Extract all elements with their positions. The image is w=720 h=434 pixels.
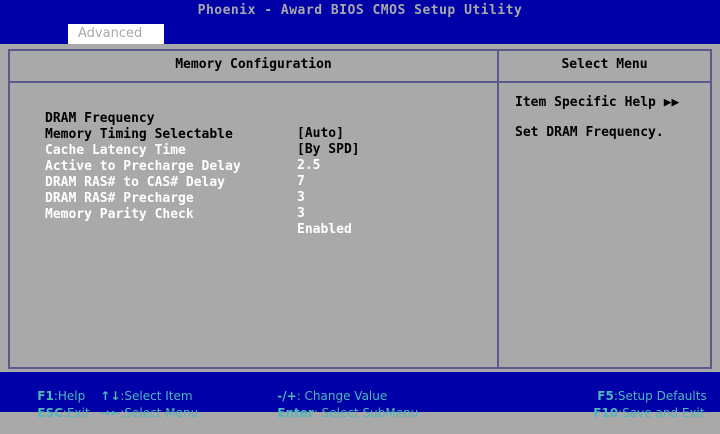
panel-title-memory-configuration: Memory Configuration <box>175 57 332 72</box>
key-action: :Select Menu <box>120 406 199 420</box>
app-title: Phoenix - Award BIOS CMOS Setup Utility <box>197 3 523 18</box>
setting-value[interactable]: [Auto] <box>297 126 344 141</box>
setting-label: Memory Parity Check <box>45 207 194 222</box>
key-label: Enter <box>277 406 314 420</box>
setting-value: 3 <box>297 206 305 221</box>
help-text: Set DRAM Frequency. <box>515 125 664 140</box>
key-action: : Select SubMenu <box>313 406 419 420</box>
key-label: ESC <box>37 406 63 420</box>
key-label: →← <box>100 406 121 420</box>
title-bar: Phoenix - Award BIOS CMOS Setup Utility … <box>0 0 720 44</box>
key-hint-exit: ESC:Exit <box>22 392 89 434</box>
header-divider <box>8 81 712 83</box>
setting-value: Enabled <box>297 222 352 237</box>
setting-memory-timing-selectable[interactable]: Memory Timing Selectable [By SPD] <box>45 112 360 157</box>
help-header: Item Specific Help ▶▶ <box>515 95 680 110</box>
setting-value: 7 <box>297 174 305 189</box>
setting-dram-frequency[interactable]: DRAM Frequency [Auto] <box>45 96 344 141</box>
panel-title-select-menu: Select Menu <box>561 57 648 72</box>
setting-memory-parity-check: Memory Parity Check Enabled <box>45 192 352 237</box>
setting-value: 2.5 <box>297 158 321 173</box>
panel-divider <box>497 49 499 369</box>
key-legend-bar: F1:Help ESC:Exit ↑↓:Select Item →←:Selec… <box>0 372 720 420</box>
setting-value: 3 <box>297 190 305 205</box>
setting-dram-ras-to-cas-delay: DRAM RAS# to CAS# Delay 3 <box>45 160 305 205</box>
key-hint-save-and-exit: F10:Save and Exit <box>578 392 705 434</box>
setting-dram-ras-precharge: DRAM RAS# Precharge 3 <box>45 176 305 221</box>
key-hint-select-submenu: Enter: Select SubMenu <box>262 392 418 434</box>
setting-cache-latency-time: Cache Latency Time 2.5 <box>45 128 320 173</box>
tab-advanced[interactable]: Advanced <box>68 24 164 44</box>
setting-value[interactable]: [By SPD] <box>297 142 360 157</box>
key-action: :Save and Exit <box>618 406 705 420</box>
key-label: F10 <box>593 406 619 420</box>
setting-active-to-precharge-delay: Active to Precharge Delay 7 <box>45 144 305 189</box>
key-hint-select-menu: →←:Select Menu <box>85 392 198 434</box>
